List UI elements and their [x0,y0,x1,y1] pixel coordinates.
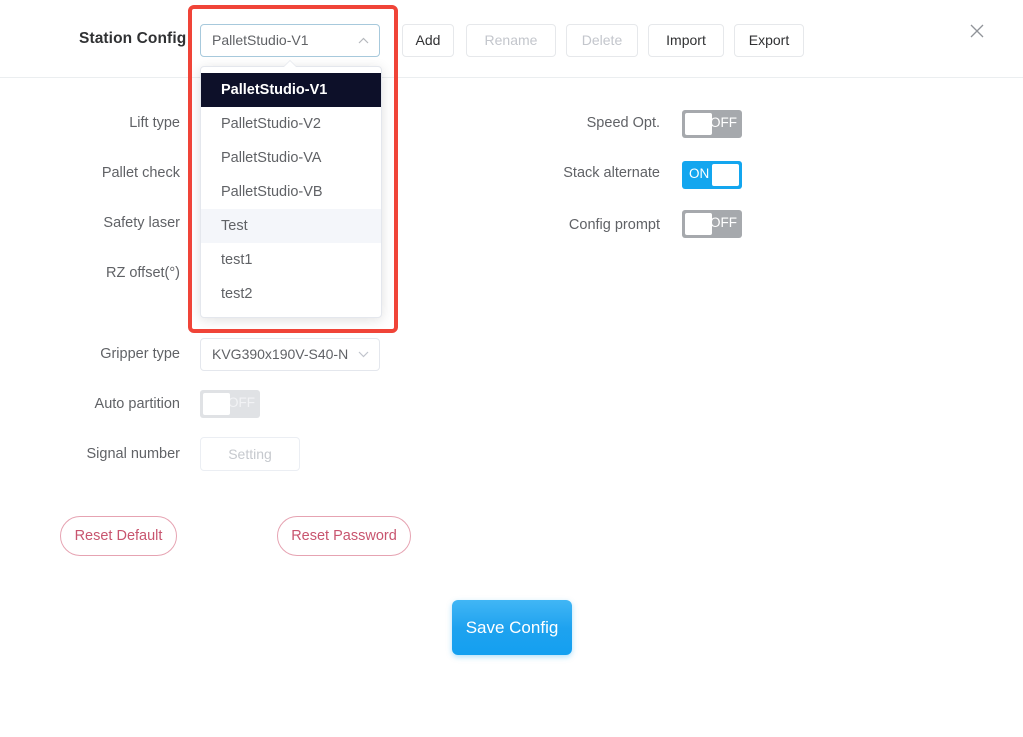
toggle-speed-opt-state: OFF [710,115,737,130]
dropdown-option[interactable]: PalletStudio-V2 [201,107,381,141]
label-signal-number: Signal number [86,446,181,462]
toggle-auto-partition[interactable]: OFF [200,390,260,418]
reset-password-button[interactable]: Reset Password [277,516,411,556]
dropdown-option[interactable]: PalletStudio-VB [201,175,381,209]
station-config-select-value: PalletStudio-V1 [212,32,309,48]
label-lift-type: Lift type [129,115,180,131]
dropdown-option[interactable]: PalletStudio-VA [201,141,381,175]
chevron-up-icon [358,37,369,44]
chevron-down-icon [358,351,369,358]
dropdown-option[interactable]: PalletStudio-V1 [201,73,381,107]
add-button[interactable]: Add [402,24,454,57]
label-gripper-type: Gripper type [100,346,180,362]
dialog-header: Station Config PalletStudio-V1 Add Renam… [0,0,1023,78]
dropdown-arrow-icon [283,61,297,68]
toggle-knob [203,393,230,415]
toggle-knob [712,164,739,186]
signal-number-setting-button[interactable]: Setting [200,437,300,471]
close-icon[interactable] [966,20,988,42]
label-stack-alternate: Stack alternate [563,165,660,181]
delete-button[interactable]: Delete [566,24,638,57]
label-pallet-check: Pallet check [101,165,180,181]
dropdown-option[interactable]: test2 [201,277,381,311]
label-speed-opt: Speed Opt. [586,115,660,131]
gripper-type-select-value: KVG390x190V-S40-N [212,346,349,362]
label-config-prompt: Config prompt [568,217,660,233]
label-auto-partition: Auto partition [94,396,180,412]
station-config-dropdown: PalletStudio-V1 PalletStudio-V2 PalletSt… [200,66,382,318]
toggle-speed-opt[interactable]: OFF [682,110,742,138]
save-config-button[interactable]: Save Config [452,600,572,655]
rename-button[interactable]: Rename [466,24,556,57]
gripper-type-select[interactable]: KVG390x190V-S40-N [200,338,380,371]
dropdown-option[interactable]: test1 [201,243,381,277]
toggle-auto-partition-state: OFF [228,395,255,410]
station-config-select[interactable]: PalletStudio-V1 [200,24,380,57]
dropdown-option[interactable]: Test [201,209,381,243]
export-button[interactable]: Export [734,24,804,57]
toggle-config-prompt-state: OFF [710,215,737,230]
import-button[interactable]: Import [648,24,724,57]
reset-default-button[interactable]: Reset Default [60,516,177,556]
page-title: Station Config [79,30,187,47]
toggle-knob [685,113,712,135]
toggle-config-prompt[interactable]: OFF [682,210,742,238]
toggle-stack-alternate[interactable]: ON [682,161,742,189]
label-rz-offset: RZ offset(°) [105,265,180,281]
label-safety-laser: Safety laser [103,215,180,231]
toggle-knob [685,213,712,235]
toggle-stack-alternate-state: ON [689,166,710,181]
